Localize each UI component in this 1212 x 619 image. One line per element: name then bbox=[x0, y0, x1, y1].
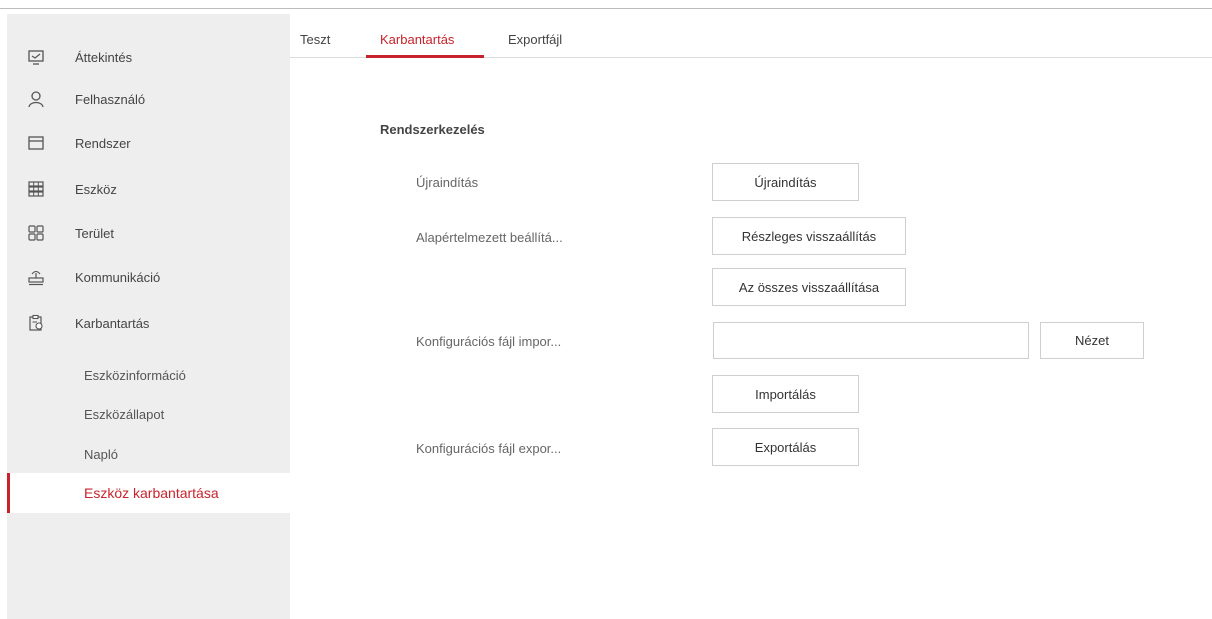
sidebar-item-label: Áttekintés bbox=[75, 49, 133, 65]
import-button[interactable]: Importálás bbox=[712, 375, 859, 413]
sidebar-subitem-device-maintenance[interactable]: Eszköz karbantartása bbox=[7, 473, 290, 513]
sidebar-item-system[interactable]: Rendszer bbox=[7, 122, 290, 164]
window-icon bbox=[27, 134, 45, 152]
tab-maintenance[interactable]: Karbantartás bbox=[380, 32, 454, 47]
sidebar-item-label: Kommunikáció bbox=[75, 269, 161, 285]
tab-test[interactable]: Teszt bbox=[300, 32, 330, 47]
active-tab-underline bbox=[366, 55, 484, 58]
sidebar-item-area[interactable]: Terület bbox=[7, 212, 290, 254]
monitor-icon bbox=[27, 48, 45, 66]
sidebar-item-label: Karbantartás bbox=[75, 315, 150, 331]
sidebar-subitem-log[interactable]: Napló bbox=[7, 435, 290, 473]
reboot-button[interactable]: Újraindítás bbox=[712, 163, 859, 201]
top-border bbox=[0, 8, 1212, 9]
sidebar-item-label: Terület bbox=[75, 225, 115, 241]
config-export-label: Konfigurációs fájl expor... bbox=[416, 441, 562, 456]
sidebar-item-label: Eszköz bbox=[75, 181, 117, 197]
sidebar-item-label: Rendszer bbox=[75, 135, 131, 151]
maintenance-icon bbox=[27, 314, 45, 332]
sidebar-subitem-device-status[interactable]: Eszközállapot bbox=[7, 395, 290, 433]
sidebar-item-overview[interactable]: Áttekintés bbox=[7, 36, 290, 78]
sidebar-item-label: Felhasználó bbox=[75, 91, 146, 107]
sidebar-subitem-label: Eszköz karbantartása bbox=[84, 485, 219, 501]
export-button[interactable]: Exportálás bbox=[712, 428, 859, 466]
router-icon bbox=[27, 268, 45, 286]
four-squares-icon bbox=[27, 224, 45, 242]
sidebar-item-user[interactable]: Felhasználó bbox=[7, 78, 290, 120]
sidebar-item-communication[interactable]: Kommunikáció bbox=[7, 256, 290, 298]
partial-restore-button[interactable]: Részleges visszaállítás bbox=[712, 217, 906, 255]
section-title: Rendszerkezelés bbox=[380, 122, 485, 137]
default-settings-label: Alapértelmezett beállítá... bbox=[416, 230, 563, 245]
browse-button[interactable]: Nézet bbox=[1040, 322, 1144, 359]
sidebar-subitem-label: Eszközinformáció bbox=[84, 367, 186, 383]
sidebar-subitem-device-info[interactable]: Eszközinformáció bbox=[7, 356, 290, 394]
tab-export-file[interactable]: Exportfájl bbox=[508, 32, 562, 47]
import-file-path-input[interactable] bbox=[713, 322, 1029, 359]
config-import-label: Konfigurációs fájl impor... bbox=[416, 334, 562, 349]
sidebar-item-maintenance[interactable]: Karbantartás bbox=[7, 302, 290, 344]
user-icon bbox=[27, 90, 45, 108]
tab-bar: Teszt Karbantartás Exportfájl bbox=[290, 14, 1212, 58]
full-restore-button[interactable]: Az összes visszaállítása bbox=[712, 268, 906, 306]
sidebar-subitem-label: Napló bbox=[84, 446, 118, 462]
sidebar-item-device[interactable]: Eszköz bbox=[7, 168, 290, 210]
active-indicator bbox=[7, 473, 10, 513]
device-grid-icon bbox=[27, 180, 45, 198]
sidebar: Áttekintés Felhasználó Rendszer Eszköz T… bbox=[7, 14, 290, 619]
sidebar-subitem-label: Eszközállapot bbox=[84, 406, 165, 422]
reboot-label: Újraindítás bbox=[416, 175, 479, 190]
